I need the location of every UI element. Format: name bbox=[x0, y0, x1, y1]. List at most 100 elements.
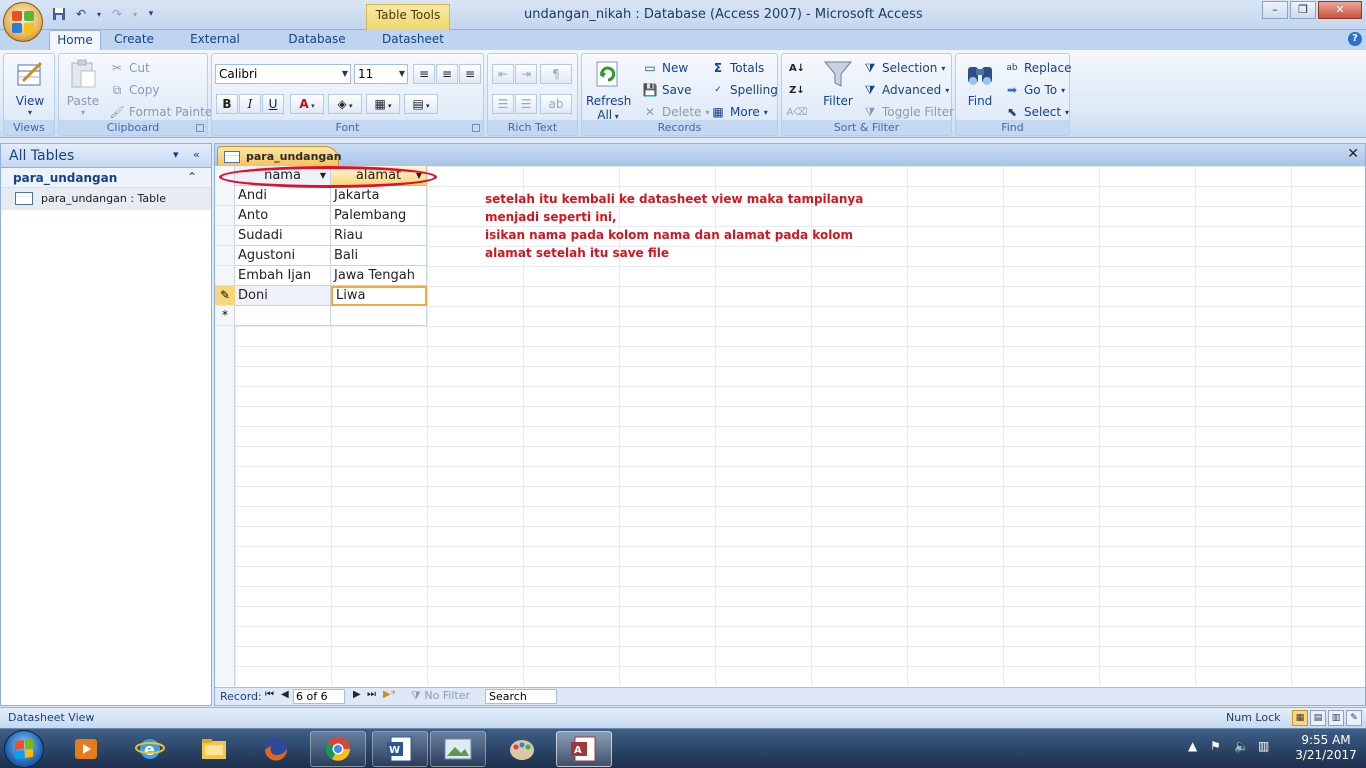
close-document-icon[interactable]: ✕ bbox=[1347, 146, 1359, 162]
network-icon[interactable]: ▥ bbox=[1258, 739, 1269, 753]
no-filter-indicator[interactable]: ⧩ No Filter bbox=[411, 689, 470, 703]
first-record-icon[interactable]: ⏮ bbox=[265, 689, 274, 700]
cell-nama[interactable]: Andi bbox=[235, 186, 331, 206]
volume-icon[interactable]: 🔈 bbox=[1234, 739, 1249, 753]
align-right-button[interactable]: ≡ bbox=[459, 64, 481, 84]
sort-ascending-button[interactable]: A↓ bbox=[786, 58, 808, 78]
start-button[interactable] bbox=[4, 730, 44, 768]
record-selector[interactable] bbox=[215, 226, 235, 246]
next-record-icon[interactable]: ▶ bbox=[353, 689, 361, 700]
italic-button[interactable]: I bbox=[239, 94, 261, 114]
datasheet-grid[interactable]: nama ▼ alamat ▼ Andi Jakarta Anto Palemban… bbox=[215, 166, 1365, 686]
file-explorer-icon[interactable] bbox=[186, 731, 242, 767]
record-selector[interactable] bbox=[215, 206, 235, 226]
goto-button[interactable]: ➡ Go To ▾ bbox=[1004, 80, 1065, 100]
new-record-nav-icon[interactable]: ▶* bbox=[383, 689, 396, 700]
gridlines-button[interactable]: ▦ ▾ bbox=[366, 94, 400, 114]
cell-alamat[interactable]: Palembang bbox=[331, 206, 427, 226]
replace-button[interactable]: ab Replace bbox=[1004, 58, 1071, 78]
view-button[interactable]: View ▾ bbox=[12, 58, 48, 117]
alternate-fill-button[interactable]: ▤ ▾ bbox=[404, 94, 438, 114]
show-hidden-icons-icon[interactable]: ▲ bbox=[1188, 739, 1197, 753]
spelling-button[interactable]: ✓ Spelling bbox=[710, 80, 778, 100]
align-center-button[interactable]: ≡ bbox=[436, 64, 458, 84]
paint-icon[interactable] bbox=[494, 731, 550, 767]
cell-alamat-new[interactable] bbox=[331, 306, 427, 326]
chevron-down-icon[interactable]: ▼ bbox=[416, 166, 422, 185]
record-selector[interactable] bbox=[215, 266, 235, 286]
office-button[interactable] bbox=[3, 2, 43, 42]
flag-icon[interactable]: ⚑ bbox=[1210, 739, 1221, 753]
select-button[interactable]: ⬉ Select ▾ bbox=[1004, 102, 1069, 122]
font-launcher-icon[interactable] bbox=[472, 124, 480, 132]
nav-group-header[interactable]: para_undangan ⌃ bbox=[1, 168, 211, 188]
document-tab-para-undangan[interactable]: para_undangan bbox=[217, 146, 342, 166]
column-header-nama[interactable]: nama ▼ bbox=[235, 166, 331, 186]
help-icon[interactable]: ? bbox=[1348, 32, 1362, 46]
font-color-button[interactable]: A ▾ bbox=[290, 94, 324, 114]
tab-create[interactable]: Create bbox=[110, 30, 158, 50]
cell-nama[interactable]: Sudadi bbox=[235, 226, 331, 246]
access-icon[interactable]: A bbox=[556, 731, 612, 767]
pivot-table-view-icon[interactable]: ▤ bbox=[1310, 710, 1326, 726]
underline-button[interactable]: U bbox=[262, 94, 284, 114]
totals-button[interactable]: Σ Totals bbox=[710, 58, 764, 78]
selection-button[interactable]: ⧩ Selection ▾ bbox=[862, 58, 946, 78]
cell-alamat-active[interactable]: Liwa bbox=[331, 286, 427, 306]
nav-item-para-undangan[interactable]: para_undangan : Table bbox=[1, 188, 211, 210]
maximize-button[interactable]: ❐ bbox=[1290, 1, 1316, 19]
cell-alamat[interactable]: Jakarta bbox=[331, 186, 427, 206]
tab-home[interactable]: Home bbox=[49, 30, 101, 50]
more-button[interactable]: ▦ More ▾ bbox=[710, 102, 767, 122]
record-selector-editing[interactable]: ✎ bbox=[215, 286, 235, 306]
new-record-selector[interactable]: * bbox=[215, 306, 235, 326]
nav-menu-dropdown-icon[interactable]: ▾ bbox=[173, 148, 179, 161]
record-position-field[interactable]: 6 of 6 bbox=[293, 689, 345, 704]
tab-external-data[interactable]: External Data bbox=[174, 30, 256, 65]
previous-record-icon[interactable]: ◀ bbox=[281, 689, 289, 700]
clipboard-launcher-icon[interactable] bbox=[196, 124, 204, 132]
cell-nama[interactable]: Doni bbox=[235, 286, 331, 306]
close-button[interactable]: ✕ bbox=[1318, 1, 1362, 19]
design-view-icon[interactable]: ✎ bbox=[1346, 710, 1362, 726]
save-record-button[interactable]: 💾 Save bbox=[642, 80, 692, 100]
search-input[interactable]: Search bbox=[485, 689, 557, 704]
refresh-all-button[interactable]: Refresh All ▾ bbox=[586, 58, 631, 122]
cell-alamat[interactable]: Riau bbox=[331, 226, 427, 246]
media-player-icon[interactable] bbox=[58, 731, 114, 767]
cell-nama[interactable]: Embah Ijan bbox=[235, 266, 331, 286]
chrome-icon[interactable] bbox=[310, 731, 366, 767]
find-button[interactable]: Find bbox=[960, 58, 1000, 108]
record-selector[interactable] bbox=[215, 186, 235, 206]
bold-button[interactable]: B bbox=[216, 94, 238, 114]
cell-alamat[interactable]: Jawa Tengah bbox=[331, 266, 427, 286]
datasheet-view-icon[interactable]: ▦ bbox=[1292, 710, 1308, 726]
minimize-button[interactable]: – bbox=[1262, 1, 1288, 19]
cell-nama[interactable]: Anto bbox=[235, 206, 331, 226]
new-record-button[interactable]: ▭ New bbox=[642, 58, 688, 78]
fill-color-button[interactable]: ◈ ▾ bbox=[328, 94, 362, 114]
advanced-button[interactable]: ⧩ Advanced ▾ bbox=[862, 80, 950, 100]
column-header-alamat[interactable]: alamat ▼ bbox=[331, 166, 427, 186]
word-icon[interactable]: W bbox=[372, 731, 428, 767]
cell-nama[interactable]: Agustoni bbox=[235, 246, 331, 266]
internet-explorer-icon[interactable]: e bbox=[122, 731, 178, 767]
cell-nama-new[interactable] bbox=[235, 306, 331, 326]
align-left-button[interactable]: ≡ bbox=[413, 64, 435, 84]
picture-viewer-icon[interactable] bbox=[430, 731, 486, 767]
chevron-down-icon[interactable]: ▼ bbox=[320, 166, 326, 185]
save-icon[interactable] bbox=[50, 5, 68, 23]
last-record-icon[interactable]: ⏭ bbox=[367, 689, 376, 700]
font-name-combo[interactable]: Calibri ▼ bbox=[215, 64, 351, 84]
taskbar-clock[interactable]: 9:55 AM 3/21/2017 bbox=[1290, 733, 1362, 763]
customize-qat-icon[interactable]: ▾ bbox=[144, 5, 158, 23]
tab-database-tools[interactable]: Database Tools bbox=[272, 30, 362, 65]
record-selector[interactable] bbox=[215, 246, 235, 266]
font-size-combo[interactable]: 11 ▼ bbox=[354, 64, 408, 84]
undo-dropdown-icon[interactable]: ▾ bbox=[94, 5, 104, 23]
cell-alamat[interactable]: Bali bbox=[331, 246, 427, 266]
undo-icon[interactable]: ↶ bbox=[72, 5, 90, 23]
sort-descending-button[interactable]: Z↓ bbox=[786, 80, 808, 100]
collapse-pane-icon[interactable]: « bbox=[193, 148, 200, 161]
filter-button[interactable]: Filter bbox=[818, 58, 858, 108]
